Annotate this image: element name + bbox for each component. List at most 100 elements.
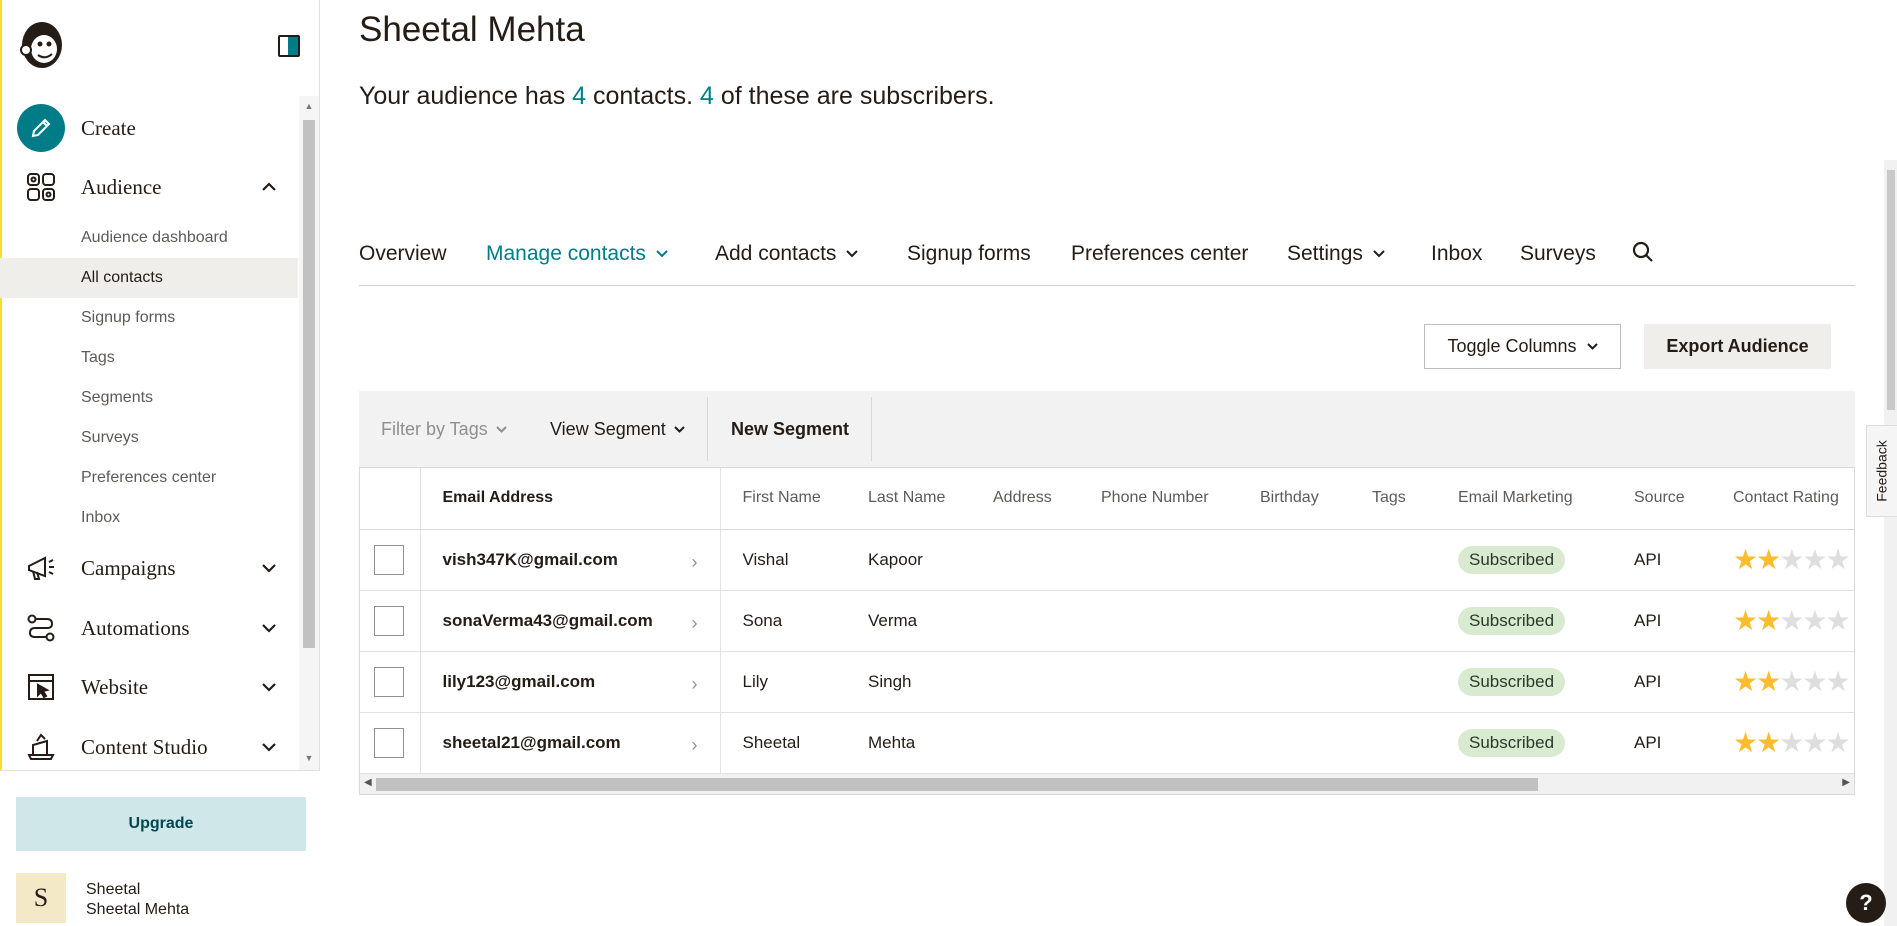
star-empty-icon[interactable]: ★ bbox=[1802, 544, 1827, 575]
row-checkbox[interactable] bbox=[374, 544, 404, 575]
table-row[interactable]: sheetal21@gmail.com › Sheetal Mehta Subsc… bbox=[360, 712, 1854, 774]
filter-by-tags-dropdown[interactable]: Filter by Tags bbox=[381, 391, 507, 467]
header-email-address[interactable]: Email Address bbox=[420, 468, 721, 530]
chevron-right-icon[interactable]: › bbox=[692, 613, 698, 634]
email-cell: sheetal21@gmail.com › bbox=[420, 712, 721, 774]
row-select-cell bbox=[360, 651, 421, 713]
star-filled-icon[interactable]: ★ bbox=[1733, 605, 1758, 636]
chevron-down-icon[interactable] bbox=[258, 676, 280, 698]
star-filled-icon[interactable]: ★ bbox=[1756, 605, 1781, 636]
star-empty-icon[interactable]: ★ bbox=[1802, 605, 1827, 636]
header-contact-rating[interactable]: Contact Rating bbox=[1711, 468, 1854, 530]
sidebar-item-tags[interactable]: Tags bbox=[0, 338, 298, 378]
feedback-tab[interactable]: Feedback bbox=[1866, 425, 1897, 517]
table-scrollbar-thumb[interactable] bbox=[376, 778, 1538, 791]
upgrade-button[interactable]: Upgrade bbox=[16, 797, 306, 851]
sidebar-item-audience-dashboard[interactable]: Audience dashboard bbox=[0, 218, 298, 258]
tab-overview[interactable]: Overview bbox=[359, 242, 447, 266]
toggle-columns-button[interactable]: Toggle Columns bbox=[1424, 324, 1621, 369]
table-row[interactable]: sonaVerma43@gmail.com › Sona Verma Subscr… bbox=[360, 590, 1854, 652]
nav-content-studio[interactable]: Content Studio bbox=[0, 719, 298, 775]
row-checkbox[interactable] bbox=[374, 666, 404, 697]
contact-email-link[interactable]: sheetal21@gmail.com bbox=[443, 733, 621, 752]
chevron-up-icon[interactable] bbox=[258, 176, 280, 198]
chevron-right-icon[interactable]: › bbox=[692, 735, 698, 756]
star-filled-icon[interactable]: ★ bbox=[1756, 544, 1781, 575]
star-empty-icon[interactable]: ★ bbox=[1779, 666, 1804, 697]
star-empty-icon[interactable]: ★ bbox=[1802, 727, 1827, 758]
header-tags[interactable]: Tags bbox=[1350, 468, 1436, 530]
page-scrollbar-thumb[interactable] bbox=[1887, 170, 1895, 410]
tab-signup-forms[interactable]: Signup forms bbox=[907, 242, 1031, 266]
account-name[interactable]: Sheetal bbox=[86, 881, 140, 899]
row-checkbox[interactable] bbox=[374, 605, 404, 636]
nav-create[interactable]: Create bbox=[0, 100, 298, 156]
sidebar-item-segments[interactable]: Segments bbox=[0, 378, 298, 418]
star-empty-icon[interactable]: ★ bbox=[1825, 605, 1850, 636]
star-empty-icon[interactable]: ★ bbox=[1779, 605, 1804, 636]
sidebar-item-inbox[interactable]: Inbox bbox=[0, 498, 298, 538]
sidebar-item-preferences-center[interactable]: Preferences center bbox=[0, 458, 298, 498]
chevron-down-icon[interactable] bbox=[258, 617, 280, 639]
chevron-down-icon[interactable] bbox=[258, 557, 280, 579]
contact-email-link[interactable]: vish347K@gmail.com bbox=[443, 550, 618, 569]
star-filled-icon[interactable]: ★ bbox=[1733, 727, 1758, 758]
search-icon[interactable] bbox=[1631, 240, 1655, 264]
table-horizontal-scrollbar[interactable]: ◀ ▶ bbox=[360, 774, 1854, 794]
chevron-down-icon[interactable] bbox=[258, 736, 280, 758]
star-filled-icon[interactable]: ★ bbox=[1733, 544, 1758, 575]
sidebar-scroll-down-icon[interactable]: ▼ bbox=[303, 752, 315, 764]
header-first-name[interactable]: First Name bbox=[720, 468, 846, 530]
contact-email-link[interactable]: sonaVerma43@gmail.com bbox=[443, 611, 653, 630]
sidebar-item-all-contacts[interactable]: All contacts bbox=[0, 258, 298, 298]
scroll-left-icon[interactable]: ◀ bbox=[364, 777, 372, 788]
chevron-right-icon[interactable]: › bbox=[692, 674, 698, 695]
tab-surveys[interactable]: Surveys bbox=[1520, 242, 1596, 266]
sidebar-scroll-up-icon[interactable]: ▲ bbox=[303, 100, 315, 112]
mailchimp-logo-icon[interactable] bbox=[18, 18, 66, 72]
star-filled-icon[interactable]: ★ bbox=[1733, 666, 1758, 697]
header-birthday[interactable]: Birthday bbox=[1238, 468, 1350, 530]
tab-preferences-center[interactable]: Preferences center bbox=[1071, 242, 1248, 266]
header-email-marketing[interactable]: Email Marketing bbox=[1436, 468, 1612, 530]
chevron-right-icon[interactable]: › bbox=[692, 552, 698, 573]
scroll-right-icon[interactable]: ▶ bbox=[1842, 777, 1850, 788]
tab-manage-contacts[interactable]: Manage contacts bbox=[486, 242, 668, 266]
star-empty-icon[interactable]: ★ bbox=[1825, 544, 1850, 575]
sidebar-item-surveys[interactable]: Surveys bbox=[0, 418, 298, 458]
new-segment-button[interactable]: New Segment bbox=[731, 391, 849, 467]
tab-signup-forms-label: Signup forms bbox=[907, 242, 1031, 265]
view-segment-dropdown[interactable]: View Segment bbox=[550, 391, 685, 467]
star-filled-icon[interactable]: ★ bbox=[1756, 727, 1781, 758]
star-empty-icon[interactable]: ★ bbox=[1779, 544, 1804, 575]
header-source[interactable]: Source bbox=[1612, 468, 1711, 530]
star-empty-icon[interactable]: ★ bbox=[1779, 727, 1804, 758]
table-row[interactable]: lily123@gmail.com › Lily Singh Subscribed… bbox=[360, 651, 1854, 713]
address-cell bbox=[971, 590, 1079, 652]
contact-email-link[interactable]: lily123@gmail.com bbox=[443, 672, 596, 691]
sidebar-collapse-icon[interactable] bbox=[278, 35, 300, 57]
pencil-icon bbox=[17, 104, 65, 152]
star-empty-icon[interactable]: ★ bbox=[1825, 666, 1850, 697]
nav-website[interactable]: Website bbox=[0, 659, 298, 715]
sidebar-item-signup-forms[interactable]: Signup forms bbox=[0, 298, 298, 338]
tab-inbox[interactable]: Inbox bbox=[1431, 242, 1482, 266]
export-audience-button[interactable]: Export Audience bbox=[1644, 324, 1831, 369]
nav-audience[interactable]: Audience bbox=[0, 159, 298, 215]
tab-add-contacts[interactable]: Add contacts bbox=[715, 242, 859, 266]
header-last-name[interactable]: Last Name bbox=[846, 468, 971, 530]
star-empty-icon[interactable]: ★ bbox=[1825, 727, 1850, 758]
star-filled-icon[interactable]: ★ bbox=[1756, 666, 1781, 697]
nav-automations[interactable]: Automations bbox=[0, 600, 298, 656]
nav-campaigns[interactable]: Campaigns bbox=[0, 540, 298, 596]
tab-settings[interactable]: Settings bbox=[1287, 242, 1385, 266]
sidebar: ▲ ▼ Create Audience Audience dashboard A… bbox=[0, 0, 320, 926]
header-phone-number[interactable]: Phone Number bbox=[1079, 468, 1238, 530]
table-row[interactable]: vish347K@gmail.com › Vishal Kapoor Subscr… bbox=[360, 529, 1854, 591]
row-checkbox[interactable] bbox=[374, 727, 404, 758]
help-button[interactable]: ? bbox=[1846, 883, 1886, 923]
sidebar-scrollbar-thumb[interactable] bbox=[303, 120, 315, 648]
header-address[interactable]: Address bbox=[971, 468, 1079, 530]
avatar[interactable]: S bbox=[16, 873, 66, 923]
star-empty-icon[interactable]: ★ bbox=[1802, 666, 1827, 697]
